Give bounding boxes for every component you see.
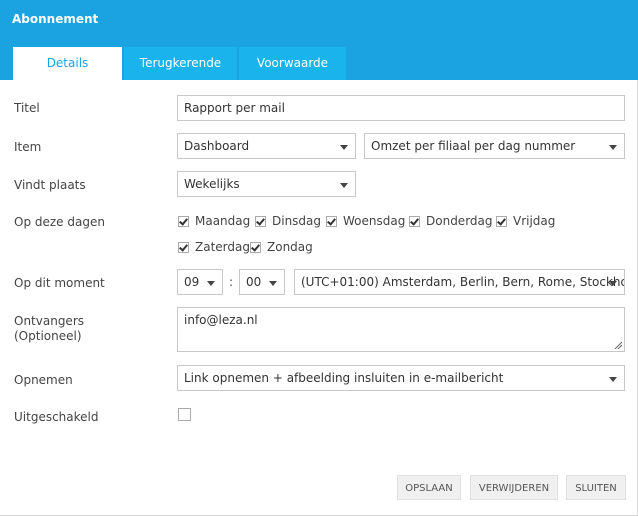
frequency-value: Wekelijks [184,177,240,191]
day-label: Donderdag [426,214,493,228]
save-button[interactable]: OPSLAAN [397,475,461,500]
checkbox-uitgeschakeld[interactable] [178,408,197,421]
checkmark-icon [410,215,419,226]
chevron-down-icon [340,145,348,150]
time-separator: : [229,275,234,289]
item-object-value: Omzet per filiaal per dag nummer [371,139,576,153]
day-label: Dinsdag [272,214,322,228]
tab-voorwaarde-label: Voorwaarde [256,56,329,70]
vindt-plaats-label: Vindt plaats [14,178,86,192]
item-type-value: Dashboard [184,139,250,153]
hour-value: 09 [184,275,200,289]
minute-select[interactable]: 00 [239,269,285,295]
dialog-header: Abonnement Details Terugkerende Voorwaar… [0,0,638,80]
checkbox-box[interactable] [178,215,189,227]
chevron-down-icon [609,145,617,150]
checkmark-icon [179,215,188,226]
ontvangers-label-line1: Ontvangers [14,314,85,328]
uitgeschakeld-label: Uitgeschakeld [14,410,99,424]
checkbox-woensdag[interactable]: Woensdag [326,214,405,228]
chevron-down-icon [269,281,277,286]
opnemen-label: Opnemen [14,373,73,387]
delete-button[interactable]: VERWIJDEREN [470,475,558,500]
checkbox-box[interactable] [326,215,337,227]
include-value: Link opnemen + afbeelding insluiten in e… [184,371,504,385]
checkbox-box[interactable] [250,241,261,253]
checkbox-dinsdag[interactable]: Dinsdag [255,214,321,228]
checkbox-box[interactable] [409,215,420,227]
recipients-value: info@leza.nl [184,313,258,327]
item-object-select[interactable]: Omzet per filiaal per dag nummer [364,133,625,159]
checkmark-icon [251,241,260,252]
checkbox-box[interactable] [178,241,189,253]
day-label: Woensdag [343,214,406,228]
item-type-select[interactable]: Dashboard [177,133,356,159]
checkbox-maandag[interactable]: Maandag [178,214,250,228]
chevron-down-icon [340,183,348,188]
checkbox-box[interactable] [255,215,266,227]
day-label: Zaterdag [195,240,250,254]
chevron-down-icon [609,377,617,382]
day-label: Maandag [195,214,251,228]
checkbox-donderdag[interactable]: Donderdag [409,214,493,228]
timezone-select[interactable]: (UTC+01:00) Amsterdam, Berlin, Bern, Rom… [294,269,625,295]
item-label: Item [14,140,42,154]
tab-terugkerende[interactable]: Terugkerende [124,47,237,80]
dialog-title: Abonnement [12,12,99,26]
day-label: Zondag [267,240,313,254]
minute-value: 00 [246,275,262,289]
checkmark-icon [179,241,188,252]
dagen-label: Op deze dagen [14,215,105,229]
checkbox-vrijdag[interactable]: Vrijdag [496,214,555,228]
tab-details-label: Details [46,56,89,70]
checkbox-box[interactable] [496,215,507,227]
titel-input[interactable]: Rapport per mail [177,95,625,121]
tab-terugkerende-label: Terugkerende [139,56,222,70]
checkbox-box[interactable] [178,408,191,421]
checkbox-zondag[interactable]: Zondag [250,240,313,254]
hour-select[interactable]: 09 [177,269,223,295]
checkbox-zaterdag[interactable]: Zaterdag [178,240,250,254]
chevron-down-icon [609,281,617,286]
tab-voorwaarde[interactable]: Voorwaarde [239,47,346,80]
tab-details[interactable]: Details [13,47,122,80]
checkmark-icon [256,215,265,226]
ontvangers-label-line2: (Optioneel) [14,329,82,343]
moment-label: Op dit moment [14,276,105,290]
titel-label: Titel [14,101,40,115]
chevron-down-icon [207,281,215,286]
resize-handle-icon[interactable] [614,341,622,349]
frequency-select[interactable]: Wekelijks [177,171,356,197]
day-label: Vrijdag [513,214,556,228]
include-select[interactable]: Link opnemen + afbeelding insluiten in e… [177,365,625,391]
checkmark-icon [327,215,336,226]
recipients-textarea[interactable]: info@leza.nl [177,307,625,352]
ontvangers-label: Ontvangers (Optioneel) [14,314,84,344]
close-button[interactable]: SLUITEN [566,475,626,500]
checkmark-icon [497,215,506,226]
subscription-dialog: Abonnement Details Terugkerende Voorwaar… [0,0,638,516]
timezone-value: (UTC+01:00) Amsterdam, Berlin, Bern, Rom… [301,275,624,289]
